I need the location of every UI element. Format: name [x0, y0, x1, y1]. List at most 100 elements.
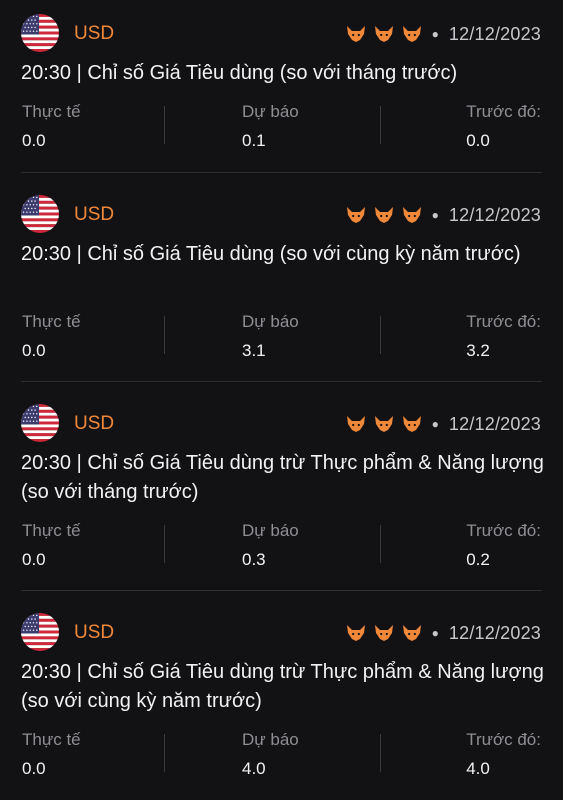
bull-icon — [346, 624, 366, 642]
event-meta: ● 12/12/2023 — [346, 203, 541, 227]
actual-label: Thực tế — [22, 312, 81, 331]
bull-icon — [346, 415, 366, 433]
actual-stat: Thực tế 0.0 — [22, 521, 81, 570]
actual-stat: Thực tế 0.0 — [22, 312, 81, 361]
us-flag-icon — [21, 613, 59, 651]
impact-rating — [346, 25, 422, 43]
event-card-header: USD ● 12/12/2023 — [0, 404, 563, 442]
forecast-stat: Dự báo 3.1 — [242, 312, 299, 361]
bull-icon — [402, 206, 422, 224]
event-card[interactable]: USD ● 12/12/2023 20:30 | Chỉ số Giá Tiêu… — [0, 613, 563, 800]
previous-stat: Trước đó: 4.0 — [466, 730, 541, 779]
forecast-value: 0.1 — [242, 131, 266, 150]
event-title: 20:30 | Chỉ số Giá Tiêu dùng trừ Thực ph… — [21, 452, 544, 503]
event-stats: Thực tế 0.0 Dự báo 0.1 Trước đó: 0.0 — [0, 102, 563, 154]
stat-divider — [164, 316, 165, 354]
forecast-value: 3.1 — [242, 341, 266, 360]
bull-icon — [402, 25, 422, 43]
event-meta: ● 12/12/2023 — [346, 412, 541, 436]
actual-value: 0.0 — [22, 131, 46, 150]
bull-icon — [402, 415, 422, 433]
card-divider — [21, 172, 542, 173]
event-card[interactable]: USD ● 12/12/2023 20:30 | Chỉ số Giá Tiêu… — [0, 14, 563, 172]
actual-label: Thực tế — [22, 102, 81, 121]
stat-divider — [164, 525, 165, 563]
forecast-label: Dự báo — [242, 312, 299, 331]
actual-stat: Thực tế 0.0 — [22, 730, 81, 779]
event-date: 12/12/2023 — [448, 23, 541, 44]
economic-calendar-feed: USD ● 12/12/2023 20:30 | Chỉ số Giá Tiêu… — [0, 0, 563, 800]
stat-divider — [380, 734, 381, 772]
previous-label: Trước đó: — [466, 312, 541, 331]
event-meta: ● 12/12/2023 — [346, 22, 541, 46]
forecast-value: 4.0 — [242, 759, 266, 778]
actual-value: 0.0 — [22, 550, 46, 569]
event-card-header: USD ● 12/12/2023 — [0, 14, 563, 52]
stat-divider — [380, 316, 381, 354]
bull-icon — [374, 25, 394, 43]
actual-label: Thực tế — [22, 730, 81, 749]
impact-rating — [346, 624, 422, 642]
event-stats: Thực tế 0.0 Dự báo 0.3 Trước đó: 0.2 — [0, 521, 563, 573]
event-stats: Thực tế 0.0 Dự báo 4.0 Trước đó: 4.0 — [0, 730, 563, 782]
event-stats: Thực tế 0.0 Dự báo 3.1 Trước đó: 3.2 — [0, 312, 563, 364]
currency-label: USD — [74, 23, 115, 44]
previous-label: Trước đó: — [466, 102, 541, 121]
event-title: 20:30 | Chỉ số Giá Tiêu dùng trừ Thực ph… — [21, 661, 544, 712]
stat-divider — [380, 525, 381, 563]
impact-rating — [346, 206, 422, 224]
actual-stat: Thực tế 0.0 — [22, 102, 81, 151]
card-divider — [21, 381, 542, 382]
previous-stat: Trước đó: 0.2 — [466, 521, 541, 570]
bull-icon — [346, 25, 366, 43]
forecast-stat: Dự báo 0.3 — [242, 521, 299, 570]
previous-value: 0.0 — [466, 131, 490, 150]
forecast-label: Dự báo — [242, 102, 299, 121]
currency-label: USD — [74, 413, 115, 434]
event-title: 20:30 | Chỉ số Giá Tiêu dùng (so với cùn… — [21, 243, 521, 265]
forecast-label: Dự báo — [242, 730, 299, 749]
event-date: 12/12/2023 — [448, 204, 541, 225]
forecast-value: 0.3 — [242, 550, 266, 569]
previous-stat: Trước đó: 3.2 — [466, 312, 541, 361]
bull-icon — [346, 206, 366, 224]
separator-dot: ● — [431, 417, 439, 431]
event-card[interactable]: USD ● 12/12/2023 20:30 | Chỉ số Giá Tiêu… — [0, 195, 563, 381]
currency-label: USD — [74, 622, 115, 643]
previous-stat: Trước đó: 0.0 — [466, 102, 541, 151]
impact-rating — [346, 415, 422, 433]
event-card-header: USD ● 12/12/2023 — [0, 613, 563, 651]
bull-icon — [374, 624, 394, 642]
bull-icon — [402, 624, 422, 642]
stat-divider — [164, 734, 165, 772]
forecast-label: Dự báo — [242, 521, 299, 540]
previous-value: 0.2 — [466, 550, 490, 569]
actual-value: 0.0 — [22, 759, 46, 778]
separator-dot: ● — [431, 27, 439, 41]
actual-value: 0.0 — [22, 341, 46, 360]
stat-divider — [164, 106, 165, 144]
bull-icon — [374, 206, 394, 224]
event-card[interactable]: USD ● 12/12/2023 20:30 | Chỉ số Giá Tiêu… — [0, 404, 563, 590]
previous-value: 3.2 — [466, 341, 490, 360]
event-title: 20:30 | Chỉ số Giá Tiêu dùng (so với thá… — [21, 62, 458, 84]
previous-label: Trước đó: — [466, 730, 541, 749]
previous-value: 4.0 — [466, 759, 490, 778]
us-flag-icon — [21, 14, 59, 52]
card-divider — [21, 590, 542, 591]
forecast-stat: Dự báo 0.1 — [242, 102, 299, 151]
separator-dot: ● — [431, 208, 439, 222]
us-flag-icon — [21, 195, 59, 233]
actual-label: Thực tế — [22, 521, 81, 540]
forecast-stat: Dự báo 4.0 — [242, 730, 299, 779]
previous-label: Trước đó: — [466, 521, 541, 540]
event-date: 12/12/2023 — [448, 413, 541, 434]
bull-icon — [374, 415, 394, 433]
currency-label: USD — [74, 204, 115, 225]
us-flag-icon — [21, 404, 59, 442]
event-meta: ● 12/12/2023 — [346, 621, 541, 645]
event-date: 12/12/2023 — [448, 622, 541, 643]
event-card-header: USD ● 12/12/2023 — [0, 195, 563, 233]
stat-divider — [380, 106, 381, 144]
separator-dot: ● — [431, 626, 439, 640]
